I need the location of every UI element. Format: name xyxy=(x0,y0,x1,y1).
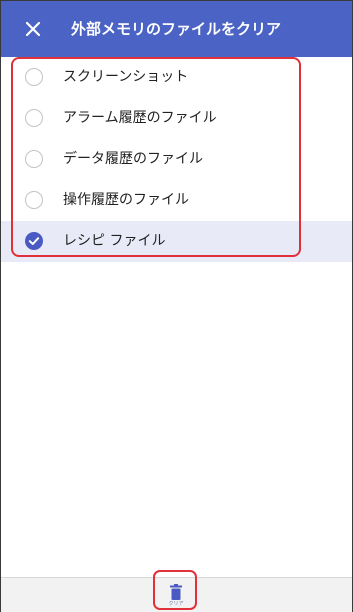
file-type-label: スクリーンショット xyxy=(63,69,189,85)
close-icon xyxy=(25,21,41,37)
trash-icon xyxy=(170,584,182,600)
radio-unchecked-icon[interactable] xyxy=(25,109,43,127)
bottom-toolbar: クリア xyxy=(1,577,352,612)
file-type-item-recipe[interactable]: レシピ ファイル xyxy=(1,221,352,262)
file-type-item-data-history[interactable]: データ履歴のファイル xyxy=(1,139,352,180)
file-type-item-screenshot[interactable]: スクリーンショット xyxy=(1,57,352,98)
file-type-label: 操作履歴のファイル xyxy=(63,192,189,208)
title-bar: 外部メモリのファイルをクリア xyxy=(1,1,352,57)
file-type-list: スクリーンショット アラーム履歴のファイル データ履歴のファイル 操作履歴のファ… xyxy=(1,57,352,262)
close-button[interactable] xyxy=(21,17,45,41)
file-type-label: アラーム履歴のファイル xyxy=(63,110,217,126)
clear-button[interactable]: クリア xyxy=(161,578,191,610)
file-type-label: データ履歴のファイル xyxy=(63,151,203,167)
checkmark-icon xyxy=(28,237,40,245)
radio-unchecked-icon[interactable] xyxy=(25,191,43,209)
radio-unchecked-icon[interactable] xyxy=(25,150,43,168)
clear-button-label: クリア xyxy=(168,601,184,607)
page-title: 外部メモリのファイルをクリア xyxy=(71,20,282,38)
radio-checked-icon[interactable] xyxy=(25,232,43,250)
file-type-label: レシピ ファイル xyxy=(63,233,166,249)
app-window: 外部メモリのファイルをクリア スクリーンショット アラーム履歴のファイル データ… xyxy=(0,0,353,612)
file-type-item-alarm-history[interactable]: アラーム履歴のファイル xyxy=(1,98,352,139)
file-type-item-operation-history[interactable]: 操作履歴のファイル xyxy=(1,180,352,221)
radio-unchecked-icon[interactable] xyxy=(25,68,43,86)
